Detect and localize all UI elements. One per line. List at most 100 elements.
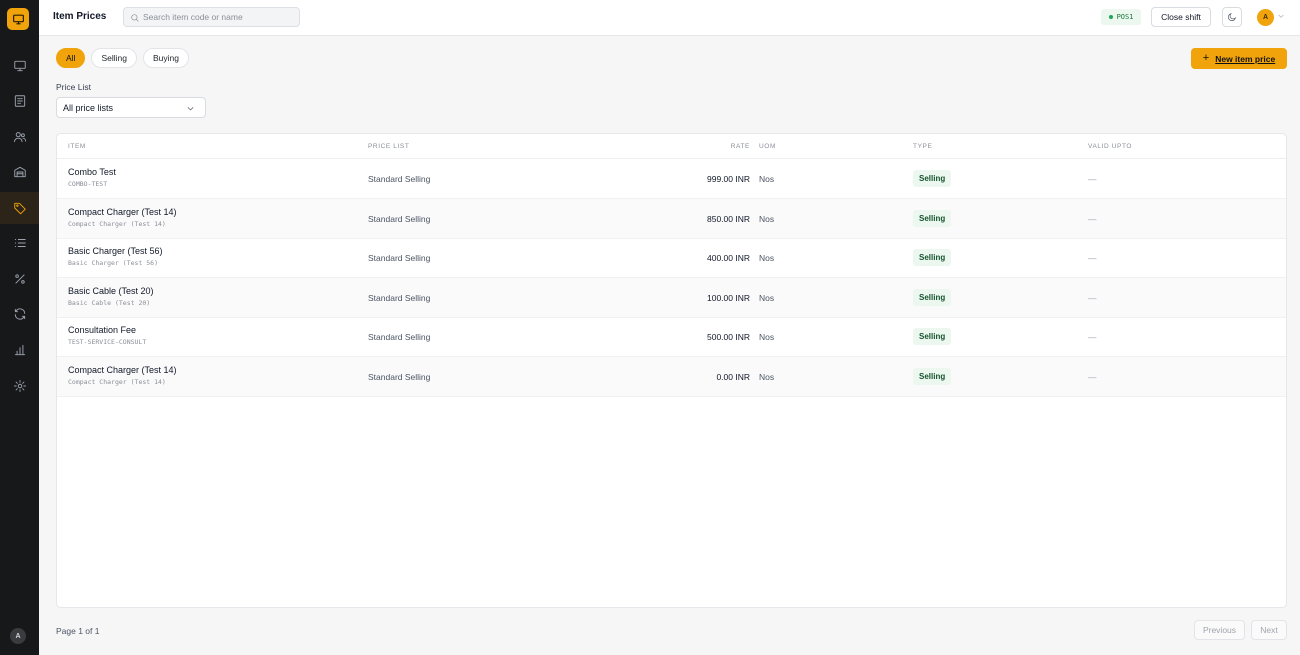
price-list-cell: Standard Selling [368,332,431,342]
valid-upto-cell: — [1088,214,1097,224]
sidebar-item-reports[interactable] [0,334,39,366]
table-row[interactable]: Combo Test COMBO-TEST Standard Selling 9… [57,159,1286,199]
table-row[interactable]: Consultation Fee TEST-SERVICE-CONSULT St… [57,317,1286,357]
type-badge: Selling [913,170,952,187]
chevron-down-icon [187,107,194,111]
uom-cell: Nos [759,214,775,224]
status-dot-icon [1108,15,1113,19]
sidebar: A [0,0,39,655]
item-name: Basic Charger (Test 56) [68,246,163,256]
percent-icon [14,274,25,284]
sidebar-item-settings[interactable] [0,370,39,402]
item-code: COMBO-TEST [68,180,108,188]
sidebar-item-item-prices[interactable] [0,192,39,224]
user-menu-toggle[interactable] [1277,12,1285,20]
new-item-price-button[interactable]: + New item price [1191,48,1287,69]
new-item-price-label: New item price [1215,53,1276,64]
refresh-icon [14,308,25,320]
price-list-label: Price List [56,82,91,92]
table-row[interactable]: Basic Charger (Test 56) Basic Charger (T… [57,238,1286,278]
valid-upto-cell: — [1088,372,1097,382]
sidebar-item-invoices[interactable] [0,85,39,117]
price-list-cell: Standard Selling [368,293,431,303]
sidebar-item-customers[interactable] [0,121,39,153]
type-badge: Selling [913,289,952,306]
uom-cell: Nos [759,332,775,342]
item-code: Compact Charger (Test 14) [68,378,166,386]
valid-upto-cell: — [1088,253,1097,263]
bar-chart-icon [14,344,25,356]
table-row[interactable]: Basic Cable (Test 20) Basic Cable (Test … [57,278,1286,318]
column-header-valid-upto: VALID UPTO [1088,143,1133,150]
search-icon [131,14,139,22]
sidebar-item-warehouse[interactable] [0,156,39,188]
price-list-cell: Standard Selling [368,253,431,263]
item-name: Consultation Fee [68,325,137,335]
page-title: Item Prices [53,11,107,22]
rate-cell: 999.00 INR [707,174,750,184]
column-header-type: TYPE [913,143,933,150]
table-row[interactable]: Compact Charger (Test 14) Compact Charge… [57,199,1286,239]
type-badge: Selling [913,328,952,345]
item-code: Basic Charger (Test 56) [68,259,159,267]
price-list-value: All price lists [63,103,114,113]
item-name: Combo Test [68,167,116,177]
item-code: TEST-SERVICE-CONSULT [68,338,147,346]
column-header-rate: RATE [730,143,750,150]
uom-cell: Nos [759,253,775,263]
sidebar-avatar[interactable]: A [10,628,26,644]
valid-upto-cell: — [1088,293,1097,303]
receipt-icon [14,95,25,107]
item-name: Compact Charger (Test 14) [68,365,177,375]
item-code: Compact Charger (Test 14) [68,220,166,228]
next-page-button[interactable]: Next [1251,620,1287,640]
plus-icon: + [1202,52,1210,64]
pagination-info: Page 1 of 1 [56,626,100,636]
rate-cell: 850.00 INR [707,214,750,224]
price-list-cell: Standard Selling [368,174,431,184]
uom-cell: Nos [759,174,775,184]
type-badge: Selling [913,249,952,266]
price-list-select[interactable]: All price lists [56,97,206,118]
table-row[interactable]: Compact Charger (Test 14) Compact Charge… [57,357,1286,397]
user-avatar[interactable]: A [1257,9,1274,26]
column-header-price-list: PRICE LIST [368,143,410,150]
uom-cell: Nos [759,293,775,303]
sidebar-item-sync[interactable] [0,298,39,330]
rate-cell: 0.00 INR [716,372,750,382]
tag-icon [13,202,26,215]
pos-profile-label: POS1 [1116,13,1134,21]
theme-toggle-button[interactable] [1222,7,1242,27]
rate-cell: 500.00 INR [707,332,750,342]
chevron-down-icon [1278,14,1284,18]
previous-page-button[interactable]: Previous [1194,620,1245,640]
close-shift-button[interactable]: Close shift [1151,7,1211,27]
monitor-icon [13,60,26,72]
item-code: Basic Cable (Test 20) [68,299,151,307]
price-list-cell: Standard Selling [368,214,431,224]
search-box[interactable] [123,7,300,27]
app-logo[interactable] [7,8,29,30]
list-icon [14,239,26,247]
filter-tab-selling[interactable]: Selling [91,48,137,68]
pos-terminal-icon [12,14,24,24]
sidebar-item-pos[interactable] [0,50,39,82]
search-input[interactable] [143,10,293,24]
item-name: Compact Charger (Test 14) [68,207,177,217]
sidebar-item-lists[interactable] [0,227,39,259]
users-icon [13,132,26,143]
moon-icon [1228,12,1237,21]
filter-tab-all[interactable]: All [56,48,86,68]
item-prices-table: ITEM PRICE LIST RATE UOM TYPE VALID UPTO… [56,133,1287,608]
type-badge: Selling [913,210,952,227]
filter-tab-buying[interactable]: Buying [142,48,189,68]
column-header-item: ITEM [68,143,86,150]
settings-icon [13,379,26,393]
valid-upto-cell: — [1088,332,1097,342]
pos-profile-badge: POS1 [1101,9,1141,25]
item-name: Basic Cable (Test 20) [68,286,154,296]
column-header-uom: UOM [759,143,776,150]
table-header: ITEM PRICE LIST RATE UOM TYPE VALID UPTO [57,134,1286,159]
sidebar-item-discounts[interactable] [0,263,39,295]
price-list-cell: Standard Selling [368,372,431,382]
